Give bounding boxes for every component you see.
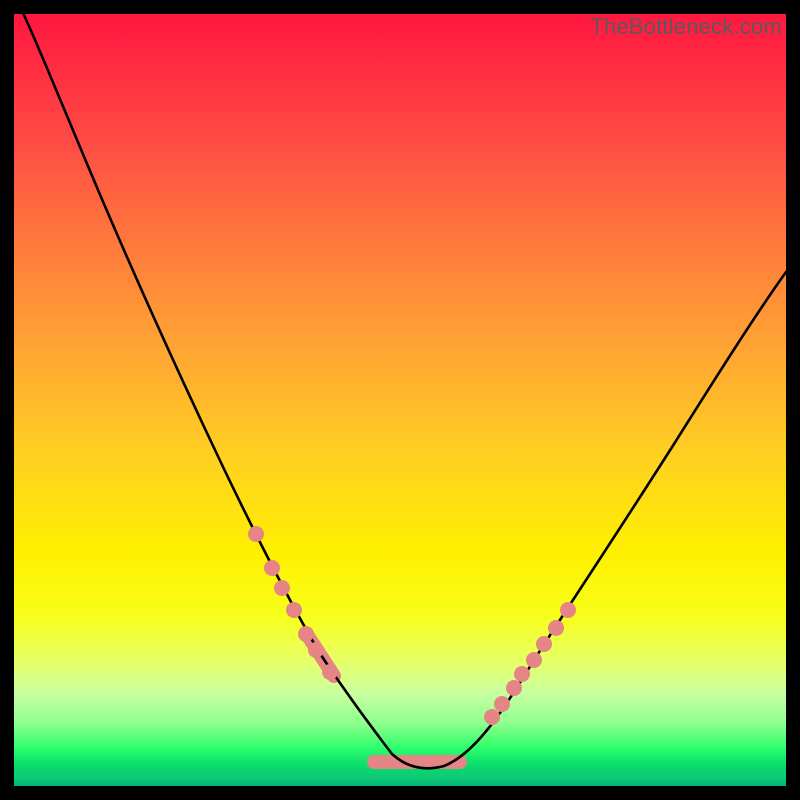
markers-right <box>484 602 576 725</box>
bottleneck-curve <box>14 0 786 768</box>
attribution-watermark: TheBottleneck.com <box>590 14 782 40</box>
bottleneck-curve-svg <box>14 14 786 786</box>
chart-frame <box>14 14 786 786</box>
